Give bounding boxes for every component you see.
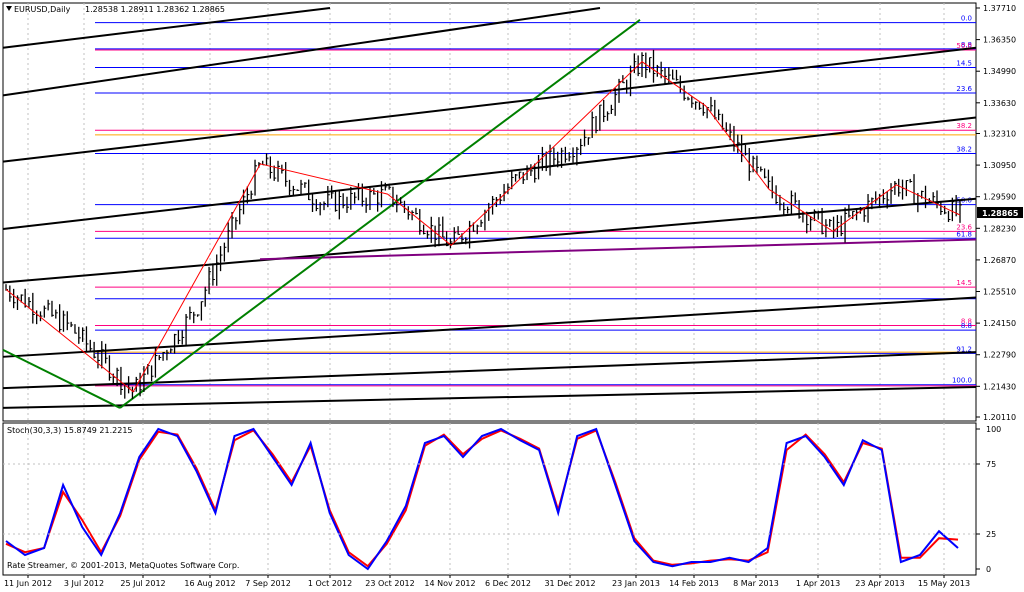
current-price-label: 1.28865 <box>982 209 1019 218</box>
time-tick-label: 7 Sep 2012 <box>245 579 291 588</box>
chart-symbol-label: EURUSD,Daily <box>14 5 71 14</box>
time-tick-label: 14 Feb 2013 <box>669 579 719 588</box>
fib-level-label: 61.8 <box>956 230 972 238</box>
price-tick-label: 1.36350 <box>983 36 1016 45</box>
time-tick-label: 23 Jan 2013 <box>612 579 660 588</box>
fib-level-label: 14.5 <box>956 59 972 67</box>
time-tick-label: 23 Apr 2013 <box>855 579 904 588</box>
price-tick-label: 1.29590 <box>983 193 1016 202</box>
price-tick-label: 1.21430 <box>983 382 1016 391</box>
time-tick-label: 14 Nov 2012 <box>424 579 475 588</box>
price-tick-label: 1.37710 <box>983 4 1016 13</box>
time-axis: 11 Jun 2012 3 Jul 2012 25 Jul 2012 16 Aug 2… <box>4 575 970 588</box>
price-tick-label: 1.32310 <box>983 129 1016 138</box>
price-tick-label: 1.28230 <box>983 224 1016 233</box>
fib-level-label: 23.6 <box>956 85 972 93</box>
fib-level-label: 38.2 <box>956 145 972 153</box>
eurusd-chart[interactable]: 0.08.850.014.523.638.238.250.023.661.814… <box>0 0 1024 592</box>
copyright-label: Rate Streamer, © 2001-2013, MetaQuotes S… <box>7 561 239 570</box>
price-tick-label: 1.34990 <box>983 67 1016 76</box>
price-tick-label: 1.22790 <box>983 351 1016 360</box>
fib-level-label: 38.2 <box>956 122 972 130</box>
time-tick-label: 6 Dec 2012 <box>485 579 531 588</box>
time-tick-label: 31 Dec 2012 <box>544 579 595 588</box>
time-tick-label: 16 Aug 2012 <box>184 579 235 588</box>
stoch-tick-label: 100 <box>986 425 1001 434</box>
price-tick-label: 1.20110 <box>983 413 1016 422</box>
price-tick-label: 1.30950 <box>983 161 1016 170</box>
fib-level-label: 14.5 <box>956 279 972 287</box>
stoch-tick-label: 25 <box>986 530 996 539</box>
fib-level-label: 0.0 <box>961 15 972 23</box>
price-tick-label: 1.26870 <box>983 256 1016 265</box>
stoch-indicator-label: Stoch(30,3,3) 15.8749 21.2215 <box>7 426 133 435</box>
time-tick-label: 1 Apr 2013 <box>796 579 840 588</box>
time-tick-label: 23 Oct 2012 <box>365 579 414 588</box>
time-tick-label: 25 Jul 2012 <box>120 579 165 588</box>
stoch-tick-label: 75 <box>986 460 996 469</box>
fib-level-label: 8.8 <box>961 322 972 330</box>
time-tick-label: 1 Oct 2012 <box>308 579 352 588</box>
chart-ohlc-label: 1.28538 1.28911 1.28362 1.28865 <box>85 5 225 14</box>
time-tick-label: 15 May 2013 <box>918 579 970 588</box>
time-tick-label: 3 Jul 2012 <box>64 579 104 588</box>
price-tick-label: 1.24150 <box>983 319 1016 328</box>
stoch-axis: 100 75 25 0 <box>976 425 1001 574</box>
price-tick-label: 1.25510 <box>983 288 1016 297</box>
price-tick-label: 1.33630 <box>983 99 1016 108</box>
stoch-tick-label: 0 <box>986 565 991 574</box>
time-tick-label: 11 Jun 2012 <box>4 579 52 588</box>
fib-level-label: 100.0 <box>952 377 972 385</box>
time-tick-label: 8 Mar 2013 <box>733 579 779 588</box>
